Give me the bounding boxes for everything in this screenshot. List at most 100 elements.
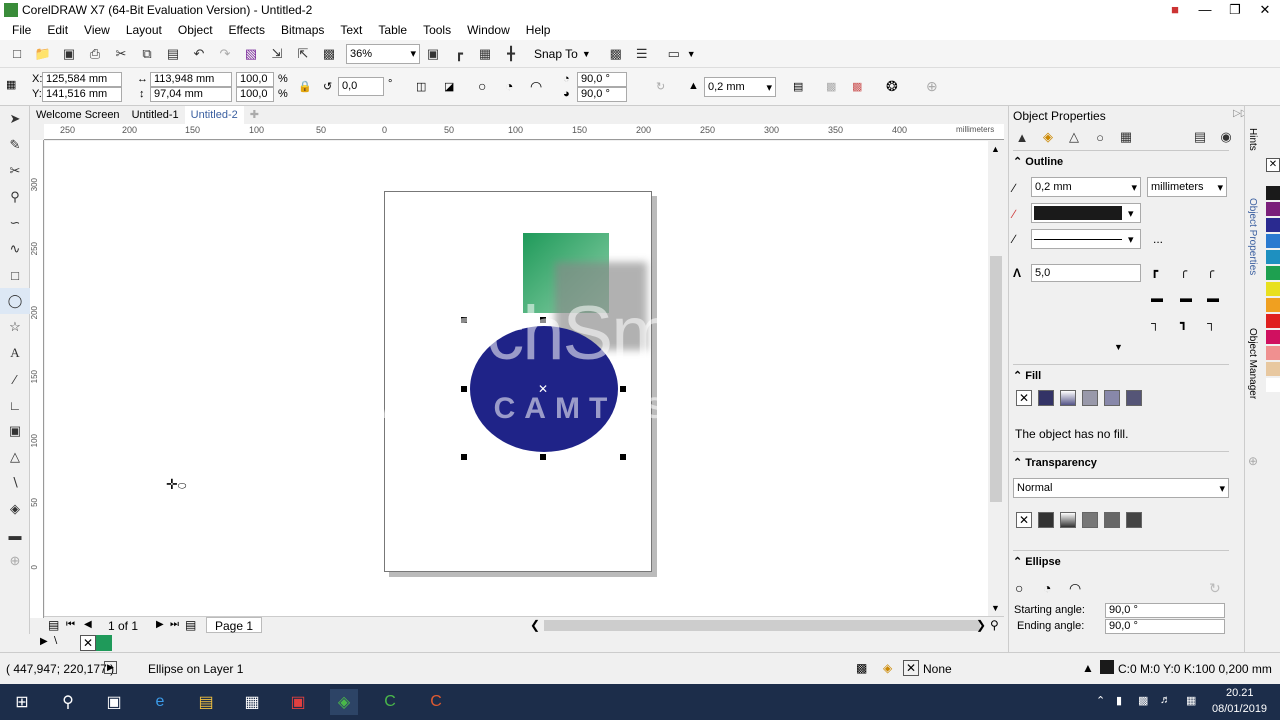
arc-mode-icon[interactable]: ◠: [1069, 580, 1081, 597]
eyedropper-icon[interactable]: ∖: [52, 636, 58, 647]
menu-text[interactable]: Text: [332, 23, 370, 37]
battery-icon[interactable]: ▮: [1116, 694, 1122, 707]
collapse-icon[interactable]: ⌃: [1013, 156, 1022, 168]
menu-table[interactable]: Table: [370, 23, 415, 37]
miter-limit-field[interactable]: 5,0: [1031, 264, 1141, 282]
rotation-field[interactable]: 0,0: [338, 77, 384, 96]
palette-color-swatch[interactable]: [1266, 314, 1280, 328]
butt-cap-icon[interactable]: ▬: [1151, 291, 1163, 305]
wrap-text-icon[interactable]: ▤: [793, 80, 803, 93]
maximize-button[interactable]: ❐: [1220, 0, 1250, 20]
show-hidden-icons-icon[interactable]: ⌃: [1096, 694, 1105, 707]
menu-bitmaps[interactable]: Bitmaps: [273, 23, 332, 37]
new-document-icon[interactable]: □: [6, 43, 28, 65]
zoom-level-select[interactable]: 36% ▾: [346, 43, 420, 64]
options-icon[interactable]: ▩: [605, 43, 627, 65]
full-screen-icon[interactable]: ▣: [422, 43, 444, 65]
bitmap-pattern-icon[interactable]: [1104, 390, 1120, 406]
shape-tool-icon[interactable]: ✎: [0, 132, 30, 158]
palette-color-swatch[interactable]: [1266, 202, 1280, 216]
texture-transparency-icon[interactable]: [1126, 512, 1142, 528]
fountain-fill-icon[interactable]: [1060, 390, 1076, 406]
palette-color-swatch[interactable]: [1266, 298, 1280, 312]
network-icon[interactable]: ▩: [1138, 694, 1148, 707]
pie-mode-icon[interactable]: ◔: [1043, 580, 1051, 596]
palette-color-swatch[interactable]: [1266, 346, 1280, 360]
selection-handle[interactable]: [540, 454, 546, 460]
paste-icon[interactable]: ▤: [162, 43, 184, 65]
x-position-field[interactable]: 125,584 mm: [42, 72, 122, 87]
scroll-right-icon[interactable]: ❯: [976, 618, 986, 632]
bitmap-transparency-icon[interactable]: [1104, 512, 1120, 528]
menu-effects[interactable]: Effects: [221, 23, 273, 37]
connector-tool-icon[interactable]: ∟: [0, 392, 30, 418]
more-button[interactable]: ...: [1153, 232, 1163, 246]
minimize-button[interactable]: —: [1190, 0, 1220, 20]
no-color-swatch[interactable]: ✕: [1266, 158, 1280, 172]
menu-layout[interactable]: Layout: [118, 23, 170, 37]
snap-to-button[interactable]: Snap To: [534, 47, 578, 61]
gift-app-icon[interactable]: ▣: [284, 689, 312, 715]
frame-icon[interactable]: ▤: [1189, 126, 1211, 148]
vector-pattern-icon[interactable]: [1082, 390, 1098, 406]
task-view-icon[interactable]: ▣: [100, 689, 128, 715]
starting-angle-field[interactable]: 90,0 °: [1105, 603, 1225, 618]
launch-icon[interactable]: ▭: [663, 43, 685, 65]
scroll-left-icon[interactable]: ❮: [530, 618, 540, 632]
no-transparency-icon[interactable]: ✕: [1016, 512, 1032, 528]
next-page-icon[interactable]: ▶: [156, 619, 164, 630]
round-cap-icon[interactable]: ▬: [1180, 291, 1192, 305]
postscript-fill-icon[interactable]: [1126, 390, 1142, 406]
scroll-down-icon[interactable]: ▼: [991, 603, 1000, 613]
scrollbar-thumb[interactable]: [990, 256, 1002, 502]
parallel-dimension-icon[interactable]: ∕: [0, 366, 30, 392]
tab-welcome-screen[interactable]: Welcome Screen: [30, 106, 126, 124]
round-corner-icon[interactable]: ╭: [1180, 264, 1187, 278]
polygon-tool-icon[interactable]: ☆: [0, 314, 30, 340]
selection-handle[interactable]: [461, 454, 467, 460]
ellipse-mode-icon[interactable]: ○: [1015, 580, 1023, 596]
windows-start-icon[interactable]: ⊞: [8, 689, 36, 715]
transparency-mode-dropdown[interactable]: Normal ▾: [1013, 478, 1229, 498]
uniform-fill-icon[interactable]: [1038, 390, 1054, 406]
scroll-up-icon[interactable]: ▲: [991, 144, 1000, 154]
tab-object-manager[interactable]: Object Manager: [1247, 328, 1258, 399]
tab-untitled-2[interactable]: Untitled-2: [184, 106, 244, 124]
selection-handle[interactable]: [620, 454, 626, 460]
transparency-tool-icon[interactable]: △: [0, 444, 30, 470]
store-icon[interactable]: ▦: [238, 689, 266, 715]
guidelines-icon[interactable]: ╋: [500, 43, 522, 65]
square-cap-icon[interactable]: ▬: [1207, 291, 1219, 305]
freehand-tool-icon[interactable]: ∽: [0, 210, 30, 236]
outline-color-picker[interactable]: ▾: [1031, 203, 1141, 223]
menu-view[interactable]: View: [76, 23, 118, 37]
application-launcher-icon[interactable]: ☰: [631, 43, 653, 65]
object-origin-icon[interactable]: ▦: [6, 78, 16, 91]
clock-time[interactable]: 20.21: [1226, 687, 1254, 699]
start-angle-field[interactable]: 90,0 °: [577, 72, 627, 87]
palette-arrow-icon[interactable]: ▶: [40, 636, 48, 647]
height-field[interactable]: 97,04 mm: [150, 87, 232, 102]
to-front-icon[interactable]: ▩: [826, 80, 836, 93]
collapse-icon[interactable]: ⌃: [1013, 370, 1022, 382]
mirror-horizontal-icon[interactable]: ◫: [416, 80, 426, 93]
user-icon[interactable]: ■: [1160, 0, 1190, 20]
camtasia-icon[interactable]: C: [376, 689, 404, 715]
first-page-icon[interactable]: ⏮: [66, 619, 75, 630]
rectangle-tool-icon[interactable]: □: [0, 262, 30, 288]
language-icon[interactable]: ▦: [1186, 694, 1196, 707]
undo-icon[interactable]: ↶: [188, 43, 210, 65]
lock-ratio-icon[interactable]: 🔒: [298, 80, 312, 93]
outline-width-select[interactable]: 0,2 mm ▾: [704, 77, 776, 97]
file-explorer-icon[interactable]: ▤: [192, 689, 220, 715]
eyedropper-icon[interactable]: ∖: [0, 470, 30, 496]
redo-icon[interactable]: ↷: [214, 43, 236, 65]
transparency-tab-icon[interactable]: △: [1063, 126, 1085, 148]
artistic-media-icon[interactable]: ∿: [0, 236, 30, 262]
rulers-icon[interactable]: ┏: [448, 43, 470, 65]
outline-tab-icon[interactable]: ▲: [1011, 126, 1033, 148]
search-content-icon[interactable]: ▧: [240, 43, 262, 65]
end-angle-field[interactable]: 90,0 °: [577, 87, 627, 102]
add-docker-icon[interactable]: ⊕: [1248, 454, 1258, 468]
smart-fill-icon[interactable]: ▬: [0, 522, 30, 548]
